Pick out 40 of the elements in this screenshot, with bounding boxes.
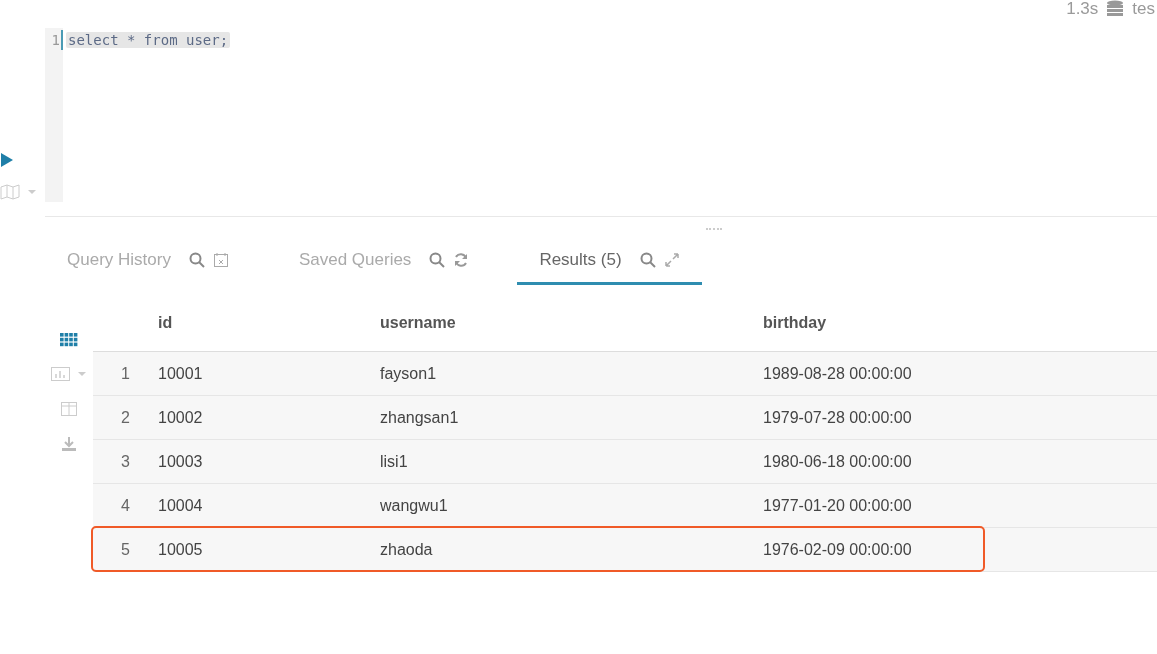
table-cell-text: zhaoda	[380, 540, 434, 559]
duration-text: 1.3s	[1066, 0, 1099, 18]
row-number: 1	[120, 364, 131, 383]
row-number: 4	[120, 496, 131, 515]
columns-icon[interactable]	[60, 401, 78, 417]
table-cell-text: 1977-01-20 00:00:00	[763, 496, 913, 515]
table-cell-text: 10005	[158, 540, 204, 559]
grid-icon[interactable]	[60, 333, 78, 347]
search-icon[interactable]	[639, 252, 656, 268]
resize-handle[interactable]	[706, 228, 722, 232]
play-icon[interactable]	[0, 152, 14, 168]
row-number: 3	[120, 452, 131, 471]
table-cell-text: 1989-08-28 00:00:00	[763, 364, 913, 383]
table-cell-text: lisi1	[380, 452, 409, 471]
table-cell-text: fayson1	[380, 364, 438, 383]
table-cell-text: zhangsan1	[380, 408, 460, 427]
download-icon[interactable]	[60, 436, 78, 452]
map-icon[interactable]	[0, 184, 38, 200]
expand-icon[interactable]	[663, 252, 680, 268]
database-icon	[1106, 0, 1125, 18]
table-cell-text: 10003	[158, 452, 204, 471]
column-header[interactable]: birthday	[763, 314, 1157, 332]
results-tab[interactable]: Results (5)	[517, 250, 702, 285]
search-icon[interactable]	[429, 252, 446, 268]
search-icon[interactable]	[188, 252, 205, 268]
column-header[interactable]: username	[380, 314, 763, 332]
row-number: 2	[120, 408, 131, 427]
table-cell-text: wangwu1	[380, 496, 449, 515]
calendar-icon[interactable]	[212, 252, 229, 268]
table-cell-text: 1979-07-28 00:00:00	[763, 408, 913, 427]
line-number: 1	[51, 30, 63, 50]
column-header[interactable]: id	[158, 314, 380, 332]
table-cell-text: 10004	[158, 496, 204, 515]
table-cell-text: 1980-06-18 00:00:00	[763, 452, 913, 471]
row-number: 5	[120, 540, 131, 559]
bar-chart-icon[interactable]	[50, 366, 88, 382]
table-cell-text: 10002	[158, 408, 204, 427]
table-cell-text: 1976-02-09 00:00:00	[763, 540, 913, 559]
refresh-icon[interactable]	[453, 252, 470, 268]
table-cell-text: 10001	[158, 364, 204, 383]
